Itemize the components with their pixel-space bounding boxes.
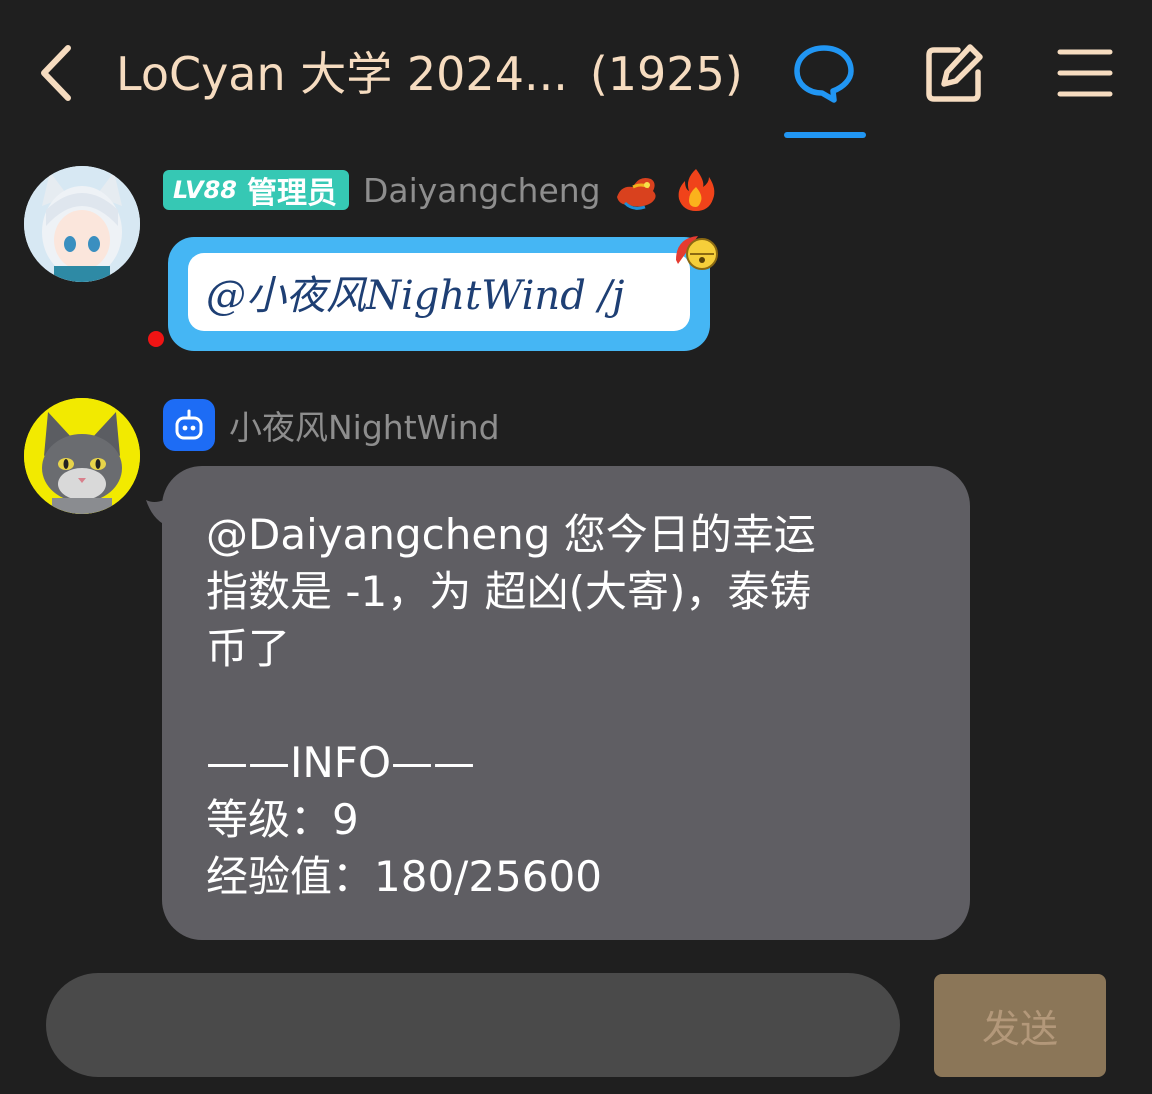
avatar[interactable] [24, 166, 140, 282]
sender-info: 小夜风NightWind [163, 398, 500, 452]
unread-dot [148, 331, 164, 347]
sender-name[interactable]: 小夜风NightWind [229, 401, 500, 449]
level-text: LV88 [173, 176, 237, 204]
message-line: @Daiyangcheng 您今日的幸运 [206, 510, 816, 559]
active-tab-indicator [784, 132, 866, 138]
message-line: 币了 [206, 624, 291, 673]
robot-icon [175, 409, 203, 440]
menu-icon[interactable] [1056, 46, 1114, 100]
message-line: 指数是 -1，为 超凶(大寄)，泰铸 [206, 567, 812, 616]
send-button[interactable]: 发送 [934, 974, 1106, 1077]
sender-name[interactable]: Daiyangcheng [363, 171, 601, 210]
group-name: LoCyan 大学 2024... [116, 47, 568, 101]
message-line: 经验值：180/25600 [206, 852, 602, 901]
role-text: 管理员 [246, 176, 337, 211]
sender-info: LV88 管理员 Daiyangcheng [163, 168, 721, 212]
message-line [206, 677, 930, 734]
bell-icon [676, 236, 718, 270]
message-line: 等级：9 [206, 795, 359, 844]
avatar[interactable] [24, 398, 140, 514]
message-bubble[interactable]: @小夜风NightWind /j [168, 237, 710, 351]
edit-icon[interactable] [922, 42, 986, 106]
back-arrow-icon[interactable] [36, 40, 86, 106]
message-bubble[interactable]: @Daiyangcheng 您今日的幸运 指数是 -1，为 超凶(大寄)，泰铸 … [162, 466, 970, 940]
anime-girl-avatar-icon [24, 166, 140, 282]
chat-bubble-icon[interactable] [792, 42, 856, 106]
level-badge: LV88 管理员 [163, 170, 349, 211]
fire-icon [678, 169, 714, 211]
cat-avatar-icon [24, 398, 140, 514]
group-title[interactable]: LoCyan 大学 2024... (1925) [116, 44, 743, 104]
message-text: @小夜风NightWind /j [188, 253, 690, 331]
message-input[interactable] [46, 973, 900, 1077]
chat-header: LoCyan 大学 2024... (1925) [0, 0, 1152, 140]
bot-badge [163, 399, 215, 451]
message-line: ——INFO—— [206, 738, 476, 787]
member-count: (1925) [589, 47, 743, 101]
dragon-icon [616, 178, 656, 210]
